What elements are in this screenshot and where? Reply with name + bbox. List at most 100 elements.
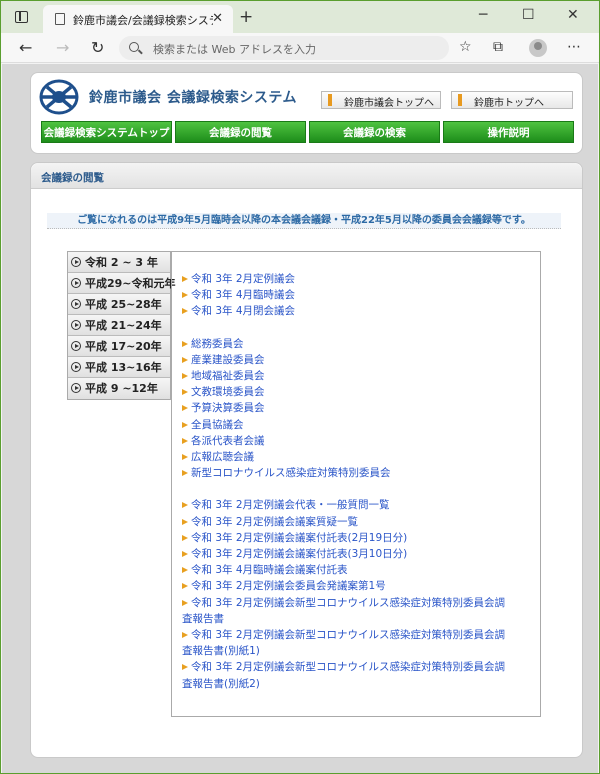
circle-arrow-icon <box>71 299 81 309</box>
list-item[interactable]: 予算決算委員会 <box>182 400 540 416</box>
arrow-icon <box>182 534 188 541</box>
reload-icon[interactable]: ↻ <box>91 38 104 57</box>
link-label: 令和 3年 4月閉会議会 <box>191 305 296 318</box>
arrow-icon <box>182 583 188 590</box>
address-placeholder: 検索または Web アドレスを入力 <box>153 43 316 56</box>
council-top-link[interactable]: 鈴鹿市議会トップへ <box>321 91 441 109</box>
link-label-continued: 査報告書 <box>182 612 224 625</box>
arrow-icon <box>182 405 188 412</box>
circle-arrow-icon <box>71 278 81 288</box>
list-item[interactable]: 令和 3年 2月定例議会新型コロナウイルス感染症対策特別委員会調 査報告書(別紙2… <box>182 659 540 691</box>
menu-search[interactable]: 会議録の検索 <box>309 121 440 143</box>
document-links: 令和 3年 2月定例議会代表・一般質問一覧 令和 3年 2月定例議会議案質疑一覧… <box>182 497 540 691</box>
list-item[interactable]: 令和 3年 4月臨時議会 <box>182 287 540 303</box>
browser-window: 鈴鹿市議会/会議録検索システム ✕ + ─ ☐ ✕ ← → ↻ 検索または We… <box>0 0 600 774</box>
year-nav-label: 令和 2 ~ 3 年 <box>85 256 158 269</box>
link-label: 総務委員会 <box>191 337 244 350</box>
list-item[interactable]: 令和 3年 2月定例議会代表・一般質問一覧 <box>182 497 540 513</box>
link-label: 令和 3年 2月定例議会議案質疑一覧 <box>191 515 359 528</box>
arrow-icon <box>182 421 188 428</box>
tab-close-icon[interactable]: ✕ <box>212 11 223 26</box>
menu-help[interactable]: 操作説明 <box>443 121 574 143</box>
list-item[interactable]: 令和 3年 2月定例議会委員会発議案第1号 <box>182 578 540 594</box>
collections-icon[interactable]: ⧉ <box>493 39 503 55</box>
record-list: 令和 3年 2月定例議会 令和 3年 4月臨時議会 令和 3年 4月閉会議会 総… <box>171 251 541 717</box>
list-item[interactable]: 令和 3年 2月定例議会新型コロナウイルス感染症対策特別委員会調査報告書 <box>182 595 540 627</box>
link-label: 広報広聴会議 <box>191 451 254 464</box>
arrow-icon <box>182 308 188 315</box>
council-top-link-label: 鈴鹿市議会トップへ <box>344 98 434 109</box>
arrow-icon <box>182 518 188 525</box>
favorites-star-icon[interactable]: ☆ <box>459 39 472 55</box>
list-item[interactable]: 全員協議会 <box>182 417 540 433</box>
browser-tab[interactable]: 鈴鹿市議会/会議録検索システム ✕ <box>43 5 233 33</box>
link-label: 令和 3年 2月定例議会議案付託表(2月19日分) <box>191 531 408 544</box>
list-item[interactable]: 令和 3年 2月定例議会議案付託表(2月19日分) <box>182 530 540 546</box>
arrow-icon <box>182 470 188 477</box>
menu-browse[interactable]: 会議録の閲覧 <box>175 121 306 143</box>
arrow-icon <box>182 276 188 282</box>
arrow-icon <box>182 664 188 671</box>
link-label: 令和 3年 2月定例議会代表・一般質問一覧 <box>191 499 390 512</box>
profile-avatar[interactable] <box>529 39 547 57</box>
year-nav-item[interactable]: 平成29~令和元年 <box>68 273 176 294</box>
list-item[interactable]: 産業建設委員会 <box>182 352 540 368</box>
list-item[interactable]: 令和 3年 2月定例議会新型コロナウイルス感染症対策特別委員会調査報告書(別紙1… <box>182 627 540 659</box>
maximize-icon[interactable]: ☐ <box>522 7 535 23</box>
window-menu-icon[interactable] <box>15 11 28 23</box>
main-menu: 会議録検索システムトップ 会議録の閲覧 会議録の検索 操作説明 <box>41 121 574 143</box>
arrow-icon <box>182 340 188 347</box>
link-label: 令和 3年 2月定例議会新型コロナウイルス感染症対策特別委員会調 <box>191 596 506 609</box>
page-icon <box>55 13 65 25</box>
list-item[interactable]: 令和 3年 4月閉会議会 <box>182 303 540 319</box>
year-nav-label: 平成 25~28年 <box>85 298 162 311</box>
arrow-icon <box>182 502 188 509</box>
year-nav-label: 平成 21~24年 <box>85 319 162 332</box>
new-tab-icon[interactable]: + <box>239 7 253 27</box>
list-item[interactable]: 文教環境委員会 <box>182 384 540 400</box>
year-nav-label: 平成 17~20年 <box>85 340 162 353</box>
menu-search-top[interactable]: 会議録検索システムトップ <box>41 121 172 143</box>
site-header: 鈴鹿市議会 会議録検索システム 鈴鹿市議会トップへ 鈴鹿市トップへ 会議録検索シ… <box>30 72 583 154</box>
link-label: 令和 3年 2月定例議会 <box>191 273 296 285</box>
list-item[interactable]: 地域福祉委員会 <box>182 368 540 384</box>
list-item[interactable]: 令和 3年 2月定例議会議案付託表(3月10日分) <box>182 546 540 562</box>
committee-links: 総務委員会 産業建設委員会 地域福祉委員会 文教環境委員会 予算決算委員会 全員… <box>182 336 540 482</box>
list-item[interactable]: 新型コロナウイルス感染症対策特別委員会 <box>182 465 540 481</box>
minimize-icon[interactable]: ─ <box>479 7 487 23</box>
year-nav-item[interactable]: 平成 13~16年 <box>68 357 170 378</box>
list-item[interactable]: 各派代表者会議 <box>182 433 540 449</box>
list-item[interactable]: 総務委員会 <box>182 336 540 352</box>
year-nav-item[interactable]: 平成 9 ~12年 <box>68 378 170 399</box>
link-label-continued: 査報告書(別紙1) <box>182 645 260 658</box>
forward-icon[interactable]: → <box>56 38 69 57</box>
link-label: 令和 3年 2月定例議会議案付託表(3月10日分) <box>191 548 408 561</box>
arrow-icon <box>182 567 188 574</box>
list-item[interactable]: 令和 3年 4月臨時議会議案付託表 <box>182 562 540 578</box>
year-nav-item[interactable]: 平成 25~28年 <box>68 294 170 315</box>
list-item[interactable]: 令和 3年 2月定例議会 <box>182 271 540 287</box>
arrow-icon <box>182 292 188 299</box>
year-nav-item[interactable]: 令和 2 ~ 3 年 <box>68 252 170 273</box>
city-top-link[interactable]: 鈴鹿市トップへ <box>451 91 573 109</box>
notice-text: ご覧になれるのは平成9年5月臨時会以降の本会議会議録・平成22年5月以降の委員会… <box>47 213 561 229</box>
address-input[interactable]: 検索または Web アドレスを入力 <box>119 36 449 60</box>
list-item[interactable]: 広報広聴会議 <box>182 449 540 465</box>
session-links: 令和 3年 2月定例議会 令和 3年 4月臨時議会 令和 3年 4月閉会議会 <box>182 271 540 320</box>
section-title: 会議録の閲覧 <box>31 163 582 189</box>
arrow-icon <box>182 632 188 639</box>
back-icon[interactable]: ← <box>19 38 32 57</box>
arrow-icon <box>182 373 188 380</box>
list-item[interactable]: 令和 3年 2月定例議会議案質疑一覧 <box>182 514 540 530</box>
link-label: 令和 3年 2月定例議会新型コロナウイルス感染症対策特別委員会調 <box>191 629 506 642</box>
arrow-icon <box>182 389 188 396</box>
tab-title: 鈴鹿市議会/会議録検索システム <box>73 14 213 27</box>
year-nav-label: 平成 9 ~12年 <box>85 382 158 395</box>
circle-arrow-icon <box>71 320 81 330</box>
year-nav-item[interactable]: 平成 21~24年 <box>68 315 170 336</box>
close-icon[interactable]: ✕ <box>567 7 579 23</box>
link-label: 新型コロナウイルス感染症対策特別委員会 <box>191 467 391 480</box>
more-menu-icon[interactable]: ⋯ <box>567 39 581 55</box>
year-nav-item[interactable]: 平成 17~20年 <box>68 336 170 357</box>
year-nav-label: 平成 13~16年 <box>85 361 162 374</box>
